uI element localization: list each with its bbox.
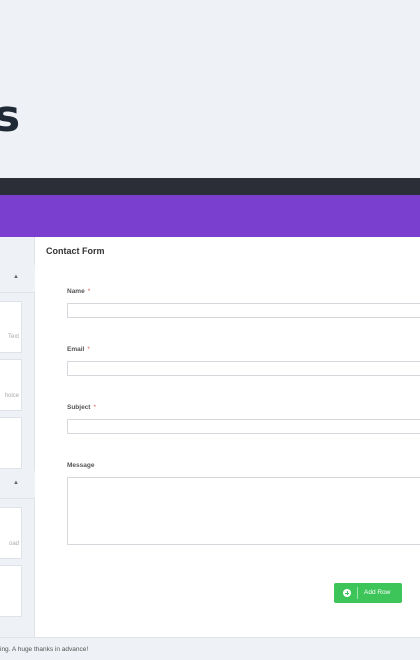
palette-field-card[interactable] [0,565,22,617]
form-editor: Contact Form Name * Email * Subject * Messa… [35,237,420,637]
footer-bar: ing. A huge thanks in advance! [0,637,420,660]
add-row-label: Add Row [364,589,391,596]
palette-field-label: hoice [4,393,19,399]
hero-section: s [0,0,420,178]
required-asterisk: * [87,346,90,353]
subject-field-input[interactable] [67,419,420,434]
field-palette-sidebar: ▲ Text hoice ▲ oad [0,237,35,637]
subject-field-label: Subject * [67,404,97,411]
email-field-input[interactable] [67,361,420,376]
admin-bar [0,178,420,195]
plus-circle-icon [343,589,351,597]
palette-field-text[interactable]: Text [0,301,22,353]
palette-field-upload[interactable]: oad [0,507,22,559]
required-asterisk: * [87,288,91,295]
builder-header-bar [0,195,420,237]
button-divider [357,587,358,599]
palette-section-header[interactable]: ▲ [0,471,35,499]
footer-text: ing. A huge thanks in advance! [0,646,89,653]
required-asterisk: * [93,404,97,411]
form-title: Contact Form [46,246,105,256]
name-field-label: Name * [67,288,91,295]
page-title: s [0,91,21,142]
message-field-textarea[interactable] [67,477,420,545]
add-row-button[interactable]: Add Row [334,583,402,603]
palette-field-label: Text [7,334,19,340]
message-field-label: Message [67,462,95,469]
collapse-caret-icon[interactable]: ▲ [13,480,19,486]
palette-field-label: oad [8,541,19,547]
palette-field-card[interactable] [0,417,22,469]
collapse-caret-icon[interactable]: ▲ [13,274,19,280]
palette-section-header[interactable]: ▲ [0,265,35,293]
email-field-label: Email * [67,346,90,353]
palette-field-choice[interactable]: hoice [0,359,22,411]
name-field-input[interactable] [67,303,420,318]
